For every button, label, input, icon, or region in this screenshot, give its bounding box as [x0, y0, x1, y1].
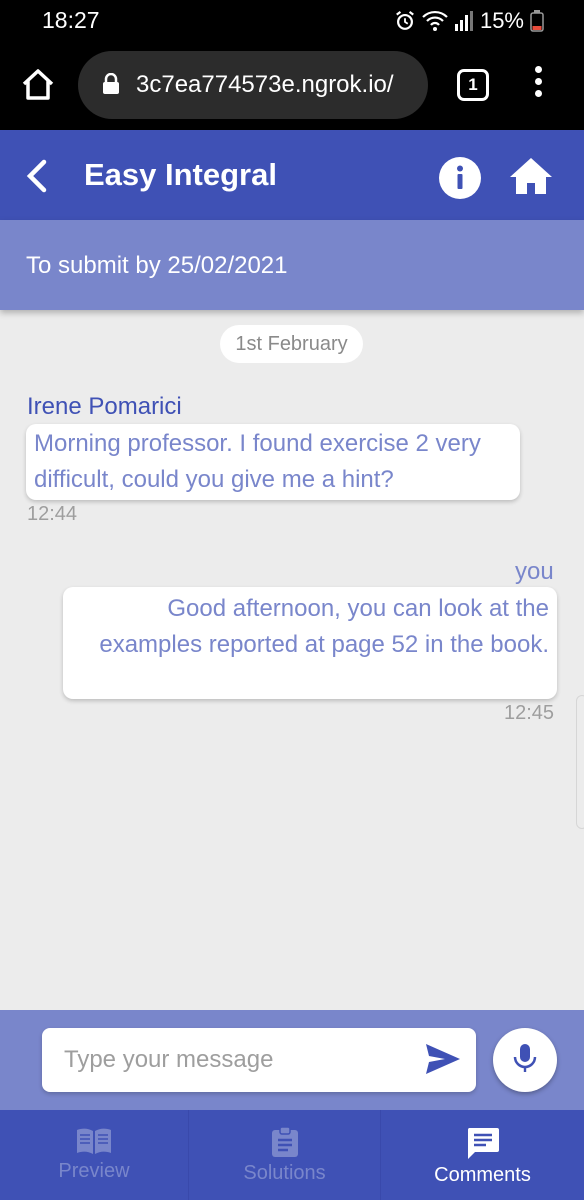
message-composer	[0, 1010, 584, 1110]
scroll-handle[interactable]	[576, 695, 584, 829]
bottom-navigation: Preview Solutions Comments	[0, 1110, 584, 1200]
status-bar: 18:27 15%	[0, 0, 584, 40]
tab-solutions[interactable]: Solutions	[188, 1110, 380, 1200]
date-chip: 1st February	[220, 325, 363, 363]
chat-area[interactable]: 1st February Irene Pomarici Morning prof…	[0, 310, 584, 1010]
signal-icon	[454, 10, 474, 32]
tab-preview[interactable]: Preview	[0, 1110, 188, 1200]
wifi-icon	[422, 10, 448, 32]
battery-percent: 15%	[479, 8, 524, 33]
deadline-banner: To submit by 25/02/2021	[0, 220, 584, 310]
back-arrow-icon[interactable]	[22, 158, 50, 199]
tab-label: Preview	[58, 1160, 130, 1182]
message-input[interactable]	[64, 1042, 384, 1078]
message-text: Morning professor. I found exercise 2 ve…	[34, 430, 481, 493]
browser-menu-icon[interactable]	[531, 66, 545, 106]
tab-switcher-button[interactable]: 1	[457, 69, 489, 101]
tab-label: Comments	[434, 1164, 531, 1186]
tab-comments[interactable]: Comments	[380, 1110, 584, 1200]
comment-icon	[466, 1126, 500, 1164]
browser-toolbar: 3c7ea774573e.ngrok.io/ 1	[0, 40, 584, 130]
clipboard-icon	[270, 1126, 300, 1162]
message-box	[42, 1028, 476, 1092]
book-icon	[75, 1126, 113, 1160]
url-text: 3c7ea774573e.ngrok.io/	[136, 71, 394, 98]
app-bar: Easy Integral	[0, 130, 584, 220]
send-icon[interactable]	[425, 1043, 461, 1080]
message-time: 12:44	[27, 503, 78, 525]
incoming-message-bubble: Morning professor. I found exercise 2 ve…	[26, 424, 520, 500]
outgoing-message-bubble: Good afternoon, you can look at the exam…	[63, 587, 557, 699]
message-text: Good afternoon, you can look at the exam…	[99, 595, 549, 658]
status-time: 18:27	[42, 7, 100, 33]
address-bar[interactable]: 3c7ea774573e.ngrok.io/	[78, 51, 428, 119]
sender-name: Irene Pomarici	[27, 393, 182, 420]
message-time: 12:45	[504, 702, 555, 724]
deadline-text: To submit by 25/02/2021	[26, 252, 288, 279]
home-icon[interactable]	[508, 156, 554, 201]
info-icon[interactable]	[438, 156, 482, 205]
sender-name: you	[515, 558, 554, 585]
alarm-icon	[394, 10, 416, 32]
page-title: Easy Integral	[84, 157, 277, 192]
microphone-button[interactable]	[493, 1028, 557, 1092]
lock-icon	[102, 72, 120, 100]
microphone-icon	[513, 1043, 537, 1078]
status-icons: 15%	[394, 8, 544, 34]
browser-home-icon[interactable]	[20, 67, 56, 103]
battery-icon	[530, 10, 544, 32]
tab-label: Solutions	[243, 1162, 326, 1184]
